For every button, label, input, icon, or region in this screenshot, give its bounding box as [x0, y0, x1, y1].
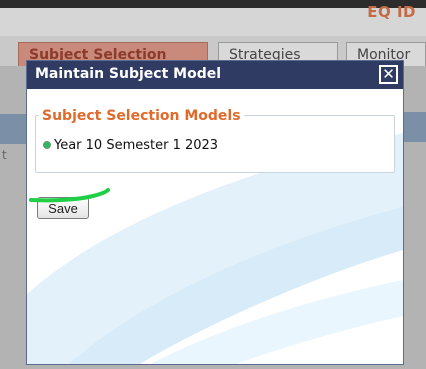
background-left-text: t — [2, 148, 7, 162]
close-icon[interactable]: ✕ — [379, 65, 398, 84]
subject-model-item[interactable]: Year 10 Semester 1 2023 — [43, 137, 218, 153]
background-top-bar — [0, 0, 426, 8]
dialog-titlebar: Maintain Subject Model ✕ — [27, 61, 403, 89]
subject-model-label: Year 10 Semester 1 2023 — [54, 137, 219, 153]
page-root: EQ ID Subject Selection Strategies Monit… — [0, 0, 426, 369]
green-underline-annotation — [29, 188, 110, 203]
dialog-content: Subject Selection Models Year 10 Semeste… — [27, 89, 403, 364]
maintain-subject-model-dialog: Maintain Subject Model ✕ Subject Selecti… — [26, 60, 404, 365]
background-left-panel — [0, 114, 28, 144]
document-code-text: EQ ID — [367, 3, 416, 21]
dialog-title: Maintain Subject Model — [35, 66, 222, 82]
selected-radio-icon — [43, 141, 51, 149]
section-title: Subject Selection Models — [39, 108, 244, 124]
